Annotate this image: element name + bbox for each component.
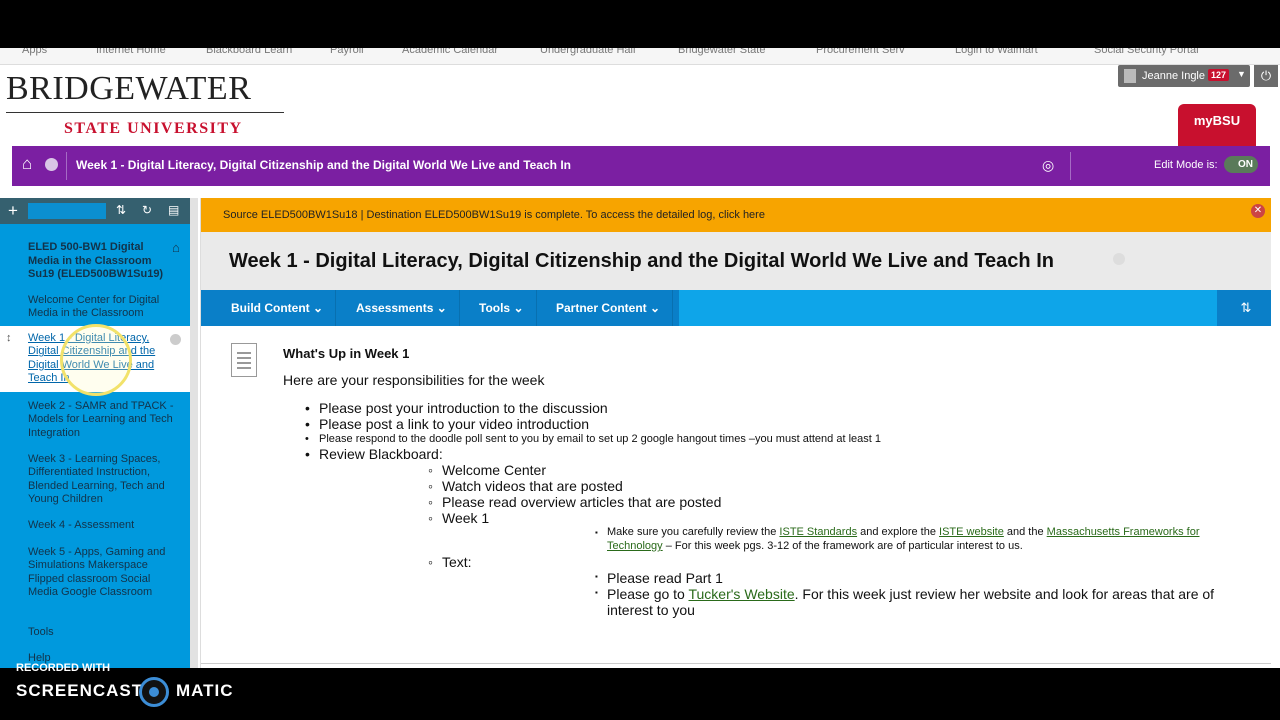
recording-label: RECORDED WITH — [16, 662, 111, 674]
options-icon[interactable] — [170, 334, 181, 345]
menu-search-field[interactable] — [28, 203, 106, 219]
sort-icon[interactable]: ⇅ — [116, 203, 126, 217]
list-item: Watch videos that are posted — [428, 478, 623, 494]
student-preview-icon[interactable]: ◎ — [1042, 157, 1054, 174]
university-logo[interactable]: BRIDGEWATER — [6, 70, 251, 108]
course-home-icon: ⌂ — [172, 240, 180, 255]
notification-message[interactable]: Source ELED500BW1Su18 | Destination ELED… — [223, 209, 765, 221]
add-menu-item-icon[interactable]: + — [8, 201, 18, 221]
divider — [66, 152, 67, 180]
bookmark-item[interactable]: Procurement Serv — [816, 48, 905, 56]
record-icon — [139, 677, 169, 707]
refresh-icon[interactable]: ↻ — [142, 203, 152, 217]
user-name: Jeanne Ingle — [1142, 70, 1205, 82]
list-item: Review Blackboard: — [305, 446, 443, 462]
list-item: Week 1 — [428, 510, 489, 526]
page-title: Week 1 - Digital Literacy, Digital Citiz… — [229, 250, 1054, 272]
bookmarks-bar: Apps Internet Home Blackboard Learn Payr… — [0, 48, 1280, 65]
drag-handle-icon[interactable]: ↕ — [6, 332, 12, 344]
panel-divider[interactable] — [190, 198, 198, 668]
bookmark-item[interactable]: Undergraduate Hall — [540, 48, 635, 56]
mybsu-tab[interactable]: myBSU — [1178, 104, 1256, 146]
document-icon — [231, 343, 257, 377]
breadcrumb-title: Week 1 - Digital Literacy, Digital Citiz… — [76, 158, 571, 172]
recorder-brand-left: SCREENCAST — [16, 681, 144, 700]
iste-standards-link[interactable]: ISTE Standards — [779, 526, 857, 538]
list-item: Please read Part 1 — [595, 570, 723, 586]
edit-mode-label: Edit Mode is: — [1154, 159, 1218, 171]
bookmark-item[interactable]: Academic Calendar — [402, 48, 498, 56]
course-title[interactable]: ELED 500-BW1 Digital Media in the Classr… — [28, 241, 174, 282]
page-header: Week 1 - Digital Literacy, Digital Citiz… — [201, 232, 1271, 290]
assessments-button[interactable]: Assessments ⌄ — [344, 290, 460, 326]
course-menu-toolbar: + ⇅ ↻ ▤ — [0, 198, 190, 224]
home-icon[interactable]: ⌂ — [22, 154, 32, 174]
bookmark-item[interactable]: Login to Walmart — [955, 48, 1038, 56]
bookmark-item[interactable]: Bridgewater State — [678, 48, 765, 56]
list-item: Please respond to the doodle poll sent t… — [305, 433, 881, 445]
course-menu-icon[interactable] — [45, 158, 58, 171]
tuckers-website-link[interactable]: Tucker's Website — [688, 586, 794, 602]
logout-icon[interactable]: ⏻ — [1254, 65, 1278, 87]
list-item: Please read overview articles that are p… — [428, 494, 721, 510]
browser-page: Apps Internet Home Blackboard Learn Payr… — [0, 48, 1280, 668]
close-icon[interactable]: ✕ — [1251, 204, 1265, 218]
sidebar-item-week-3[interactable]: Week 3 - Learning Spaces, Differentiated… — [28, 453, 178, 507]
bookmark-item[interactable]: Social Security Portal — [1094, 48, 1199, 56]
chevron-down-icon[interactable]: ▼ — [1237, 69, 1246, 79]
notification-badge[interactable]: 127 — [1208, 69, 1230, 81]
tools-button[interactable]: Tools ⌄ — [467, 290, 537, 326]
sidebar-item-welcome-center[interactable]: Welcome Center for Digital Media in the … — [28, 294, 178, 321]
sidebar-item-week-5[interactable]: Week 5 - Apps, Gaming and Simulations Ma… — [28, 546, 178, 600]
massachusetts-frameworks-link[interactable]: Massachusetts Frameworks for — [1047, 526, 1200, 538]
divider — [201, 663, 1271, 664]
content-item-intro: Here are your responsibilities for the w… — [283, 372, 545, 388]
university-logo-subtitle: STATE UNIVERSITY — [64, 120, 243, 137]
list-item: Please go to Tucker's Website. For this … — [595, 586, 1214, 602]
list-item: Please post a link to your video introdu… — [305, 416, 589, 432]
massachusetts-frameworks-link[interactable]: Technology — [607, 540, 663, 552]
content-area: Source ELED500BW1Su18 | Destination ELED… — [200, 198, 1271, 668]
user-menu[interactable]: Jeanne Ingle 127 ▼ — [1118, 65, 1250, 87]
cursor-highlight — [60, 324, 132, 396]
recorder-brand-right: MATIC — [176, 681, 234, 700]
bookmark-item[interactable]: Apps — [22, 48, 47, 56]
list-item-continued: interest to you — [607, 602, 695, 618]
sidebar-item-week-2[interactable]: Week 2 - SAMR and TPACK - Models for Lea… — [28, 400, 178, 440]
list-item: Welcome Center — [428, 462, 546, 478]
iste-website-link[interactable]: ISTE website — [939, 526, 1004, 538]
avatar — [1124, 69, 1136, 83]
divider — [1070, 152, 1071, 180]
reorder-icon[interactable]: ⇅ — [1221, 290, 1271, 326]
list-item: Text: — [428, 554, 471, 570]
list-item: Please post your introduction to the dis… — [305, 400, 608, 416]
logo-divider — [6, 112, 284, 113]
course-breadcrumb-bar: ⌂ Week 1 - Digital Literacy, Digital Cit… — [12, 146, 1270, 186]
week1-detail: Make sure you carefully review the ISTE … — [595, 526, 1200, 538]
week1-detail-continued: Technology – For this week pgs. 3-12 of … — [607, 540, 1023, 552]
chevron-down-icon[interactable] — [1113, 253, 1125, 265]
content-item-title[interactable]: What's Up in Week 1 — [283, 346, 409, 361]
bookmark-item[interactable]: Payroll — [330, 48, 364, 56]
action-bar-fill — [679, 290, 1217, 326]
course-menu: + ⇅ ↻ ▤ ELED 500-BW1 Digital Media in th… — [0, 198, 190, 668]
bookmark-item[interactable]: Internet Home — [96, 48, 166, 56]
sidebar-item-week-4[interactable]: Week 4 - Assessment — [28, 519, 178, 532]
sidebar-item-tools[interactable]: Tools — [28, 626, 178, 639]
notification-banner: Source ELED500BW1Su18 | Destination ELED… — [201, 198, 1271, 232]
folder-view-icon[interactable]: ▤ — [168, 203, 179, 217]
bookmark-item[interactable]: Blackboard Learn — [206, 48, 292, 56]
build-content-button[interactable]: Build Content ⌄ — [219, 290, 337, 326]
edit-mode-toggle[interactable]: ON — [1224, 156, 1258, 173]
action-bar: Build Content ⌄ Assessments ⌄ Tools ⌄ Pa… — [201, 290, 1271, 326]
partner-content-button[interactable]: Partner Content ⌄ — [544, 290, 674, 326]
